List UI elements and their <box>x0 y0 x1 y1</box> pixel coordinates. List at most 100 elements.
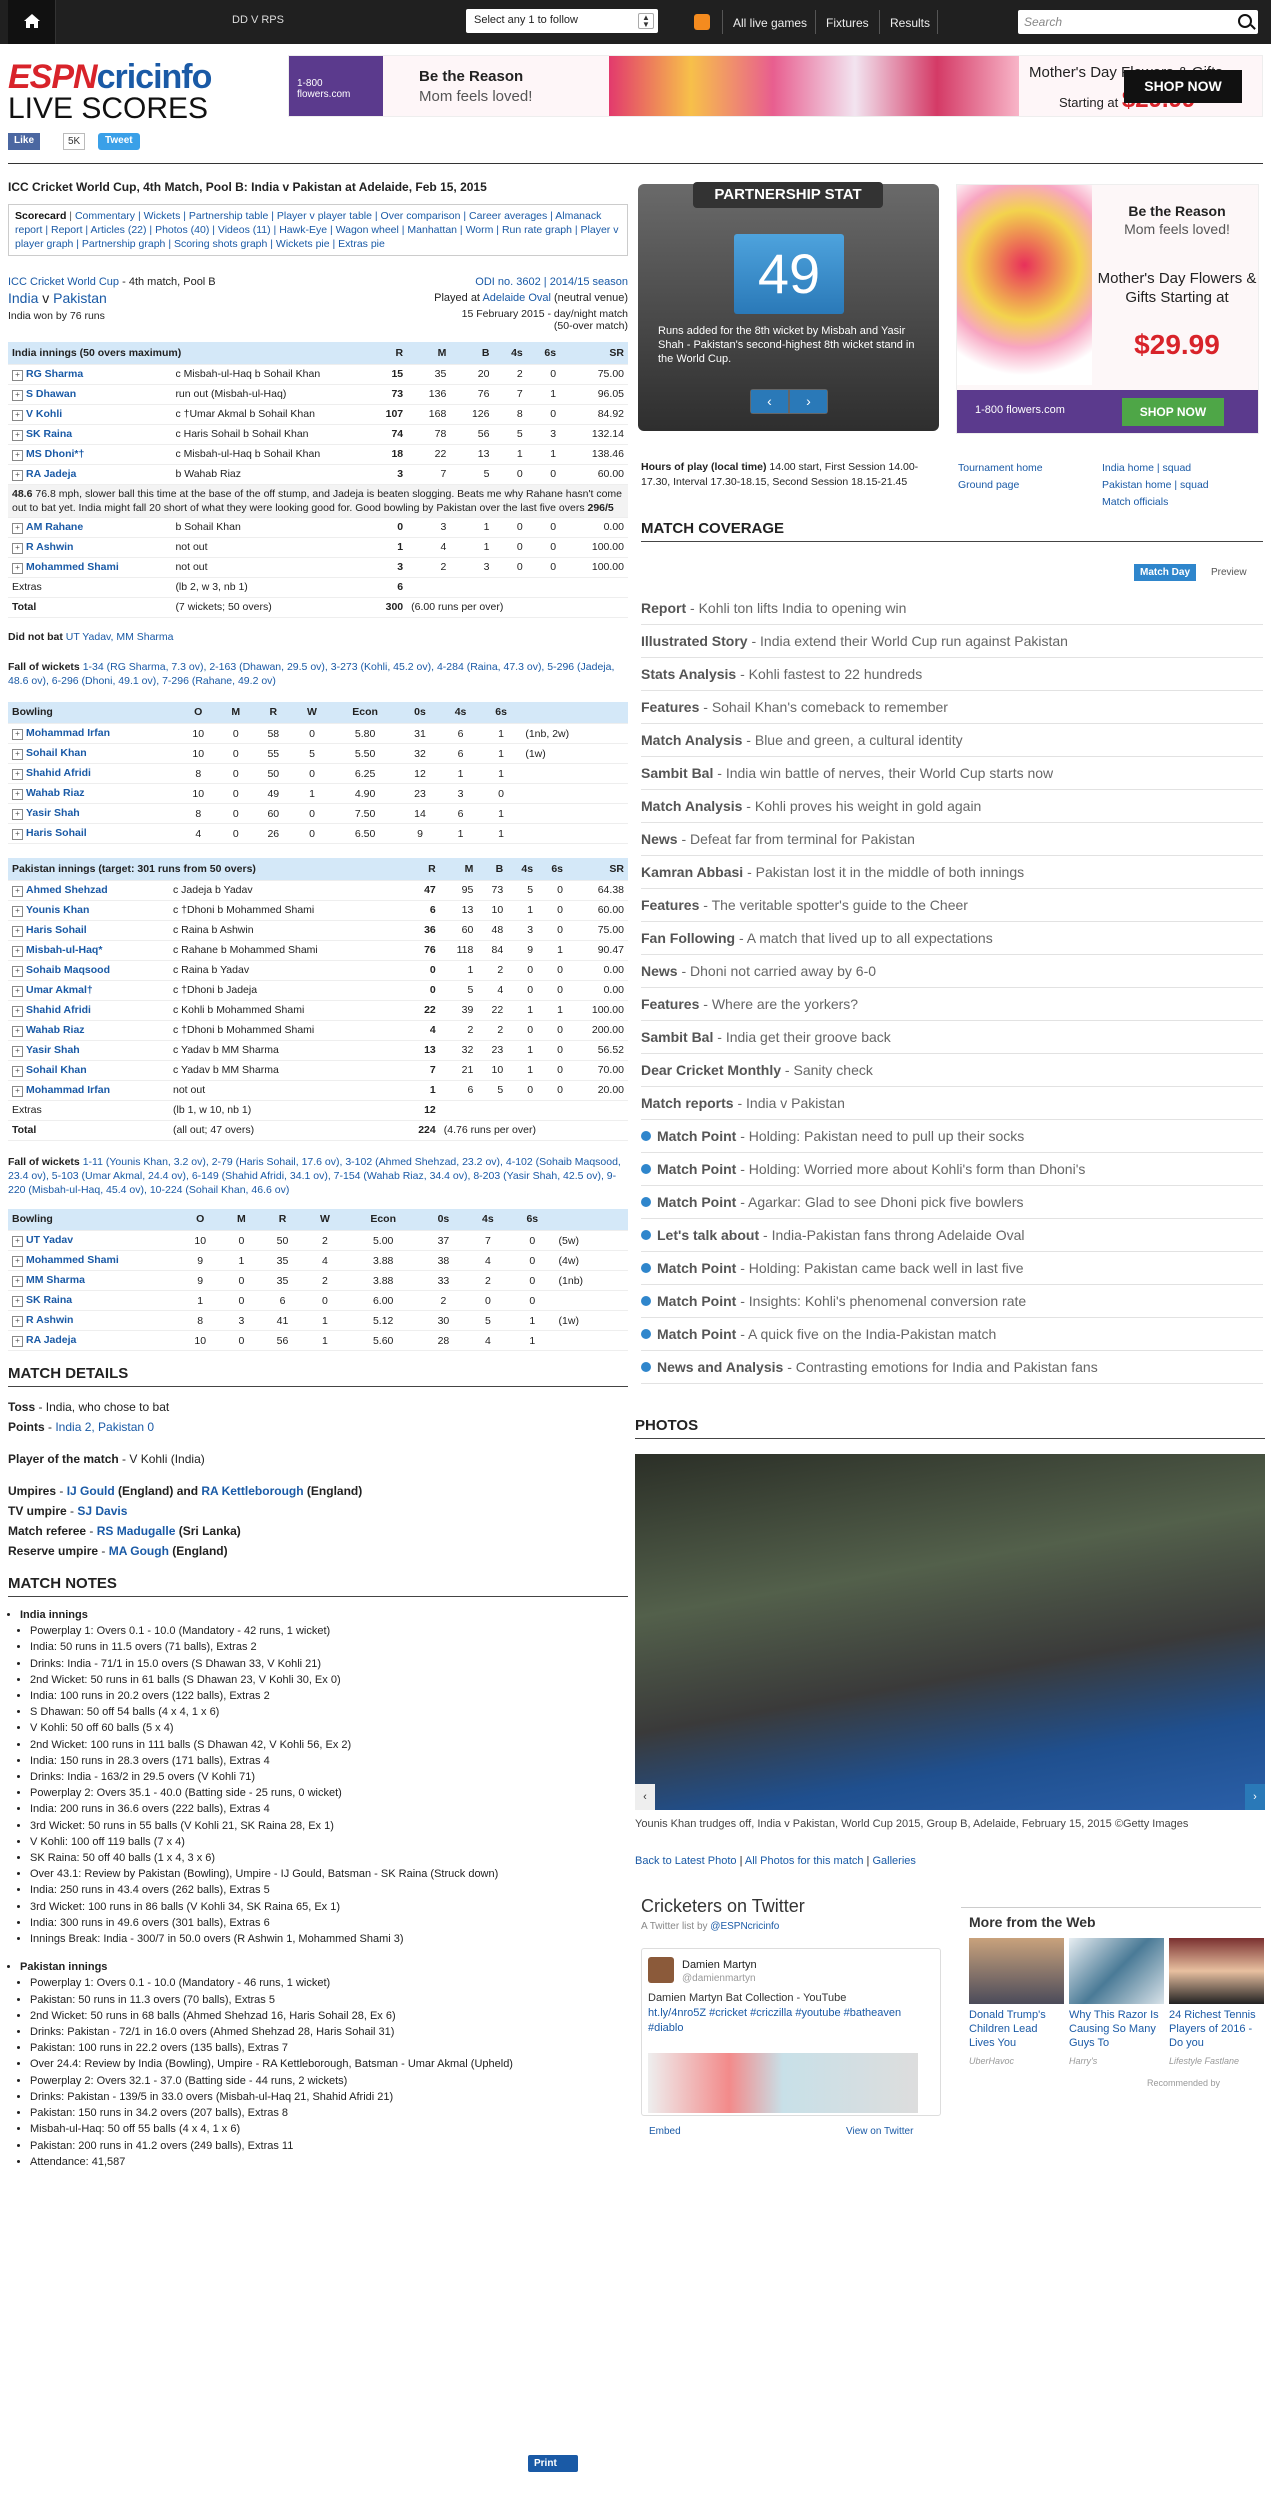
tweet-author[interactable]: Damien Martyn <box>682 1959 757 1971</box>
coverage-title[interactable]: Holding: Pakistan came back well in last… <box>749 1260 1024 1276</box>
next-photo-button[interactable]: › <box>1245 1784 1265 1810</box>
ad-shop-now-button[interactable]: SHOP NOW <box>1124 70 1242 103</box>
coverage-item[interactable]: Match Point - Agarkar: Glad to see Dhoni… <box>641 1186 1263 1219</box>
coverage-type[interactable]: Match Point <box>657 1194 736 1210</box>
top-banner-ad[interactable]: 1-800 flowers.com Be the Reason Mom feel… <box>288 55 1263 117</box>
coverage-item[interactable]: Match Analysis - Blue and green, a cultu… <box>641 724 1263 757</box>
next-stat-button[interactable]: › <box>790 390 827 413</box>
coverage-title[interactable]: Agarkar: Glad to see Dhoni pick five bow… <box>748 1194 1023 1210</box>
back-to-latest-photo-link[interactable]: Back to Latest Photo <box>635 1855 737 1867</box>
coverage-type[interactable]: Match Point <box>657 1293 736 1309</box>
coverage-type[interactable]: Match Analysis <box>641 798 742 814</box>
points-value[interactable]: India 2, Pakistan 0 <box>55 1420 154 1434</box>
batsman-link[interactable]: Sohail Khan <box>12 1064 87 1076</box>
coverage-title[interactable]: Holding: Pakistan need to pull up their … <box>749 1128 1025 1144</box>
nav-results[interactable]: Results <box>890 16 930 30</box>
coverage-item[interactable]: Match Point - A quick five on the India-… <box>641 1318 1263 1351</box>
coverage-title[interactable]: Blue and green, a cultural identity <box>755 732 963 748</box>
print-button[interactable]: Print <box>528 2455 578 2472</box>
coverage-type[interactable]: Sambit Bal <box>641 1029 713 1045</box>
match-officials-link[interactable]: Match officials <box>1102 494 1209 511</box>
coverage-type[interactable]: Match Point <box>657 1161 736 1177</box>
bowler-link[interactable]: MM Sharma <box>12 1274 85 1286</box>
sponsored-title[interactable]: Donald Trump's Children Lead Lives You <box>969 2008 1064 2050</box>
coverage-type[interactable]: Features <box>641 699 699 715</box>
prev-photo-button[interactable]: ‹ <box>635 1784 655 1810</box>
coverage-title[interactable]: Defeat far from terminal for Pakistan <box>690 831 915 847</box>
sidebar-ad[interactable]: Be the Reason Mom feels loved! Mother's … <box>956 184 1259 434</box>
sponsored-card[interactable]: 24 Richest Tennis Players of 2016 - Do y… <box>1169 1938 1264 2066</box>
coverage-type[interactable]: Dear Cricket Monthly <box>641 1062 781 1078</box>
coverage-type[interactable]: Features <box>641 897 699 913</box>
coverage-title[interactable]: The veritable spotter's guide to the Che… <box>712 897 968 913</box>
live-match-ticker[interactable]: DD V RPS <box>232 14 284 26</box>
coverage-title[interactable]: India get their groove back <box>726 1029 891 1045</box>
sponsored-card[interactable]: Why This Razor Is Causing So Many Guys T… <box>1069 1938 1164 2066</box>
coverage-item[interactable]: Let's talk about - India-Pakistan fans t… <box>641 1219 1263 1252</box>
batsman-link[interactable]: R Ashwin <box>12 541 73 553</box>
batsman-link[interactable]: Younis Khan <box>12 904 89 916</box>
scorecard-link-list[interactable]: Commentary | Wickets | Partnership table… <box>15 210 618 250</box>
tv-umpire-link[interactable]: SJ Davis <box>77 1504 127 1518</box>
batsman-link[interactable]: Mohammad Irfan <box>12 1084 110 1096</box>
coverage-item[interactable]: Illustrated Story - India extend their W… <box>641 625 1263 658</box>
batsman-link[interactable]: S Dhawan <box>12 388 76 400</box>
india-home-squad-link[interactable]: India home | squad <box>1102 460 1209 477</box>
coverage-title[interactable]: Dhoni not carried away by 6-0 <box>690 963 876 979</box>
batsman-link[interactable]: Haris Sohail <box>12 924 87 936</box>
referee-link[interactable]: RS Madugalle <box>97 1524 176 1538</box>
bowler-link[interactable]: Mohammed Shami <box>12 1254 119 1266</box>
facebook-like-button[interactable]: Like <box>8 133 41 150</box>
batsman-link[interactable]: Ahmed Shehzad <box>12 884 108 896</box>
coverage-type[interactable]: Illustrated Story <box>641 633 748 649</box>
coverage-title[interactable]: Pakistan lost it in the middle of both i… <box>756 864 1025 880</box>
coverage-type[interactable]: Stats Analysis <box>641 666 736 682</box>
coverage-item[interactable]: Fan Following - A match that lived up to… <box>641 922 1263 955</box>
pakistan-home-squad-link[interactable]: Pakistan home | squad <box>1102 477 1209 494</box>
coverage-item[interactable]: Match Point - Holding: Pakistan came bac… <box>641 1252 1263 1285</box>
coverage-title[interactable]: Sohail Khan's comeback to remember <box>712 699 948 715</box>
batsman-link[interactable]: RA Jadeja <box>12 468 76 480</box>
dnb-players[interactable]: UT Yadav, MM Sharma <box>66 631 174 643</box>
umpire-1-link[interactable]: IJ Gould <box>67 1484 115 1498</box>
sponsored-title[interactable]: 24 Richest Tennis Players of 2016 - Do y… <box>1169 2008 1264 2050</box>
coverage-title[interactable]: A match that lived up to all expectation… <box>747 930 993 946</box>
coverage-type[interactable]: Sambit Bal <box>641 765 713 781</box>
coverage-item[interactable]: Match reports - India v Pakistan <box>641 1087 1263 1120</box>
venue-link[interactable]: Adelaide Oval <box>482 292 551 304</box>
batsman-link[interactable]: MS Dhoni*† <box>12 448 84 460</box>
fow-detail[interactable]: 1-34 (RG Sharma, 7.3 ov), 2-163 (Dhawan,… <box>8 661 614 687</box>
nav-all-live-games[interactable]: All live games <box>733 16 807 30</box>
batsman-link[interactable]: Misbah-ul-Haq* <box>12 944 102 956</box>
ad-shop-now-button[interactable]: SHOP NOW <box>1122 398 1224 426</box>
coverage-title[interactable]: Sanity check <box>794 1062 873 1078</box>
reserve-umpire-link[interactable]: MA Gough <box>109 1544 169 1558</box>
coverage-title[interactable]: Contrasting emotions for India and Pakis… <box>796 1359 1098 1375</box>
bowler-link[interactable]: Yasir Shah <box>12 807 80 819</box>
coverage-title[interactable]: Insights: Kohli's phenomenal conversion … <box>749 1293 1026 1309</box>
bowler-link[interactable]: Sohail Khan <box>12 747 87 759</box>
batsman-link[interactable]: V Kohli <box>12 408 62 420</box>
coverage-title[interactable]: Kohli ton lifts India to opening win <box>699 600 907 616</box>
embed-link[interactable]: Embed <box>649 2126 681 2137</box>
coverage-item[interactable]: Report - Kohli ton lifts India to openin… <box>641 592 1263 625</box>
coverage-item[interactable]: News and Analysis - Contrasting emotions… <box>641 1351 1263 1384</box>
all-photos-link[interactable]: All Photos for this match <box>745 1855 864 1867</box>
coverage-item[interactable]: Kamran Abbasi - Pakistan lost it in the … <box>641 856 1263 889</box>
coverage-item[interactable]: News - Defeat far from terminal for Paki… <box>641 823 1263 856</box>
coverage-type[interactable]: News <box>641 963 678 979</box>
bowler-link[interactable]: SK Raina <box>12 1294 72 1306</box>
batsman-link[interactable]: Yasir Shah <box>12 1044 80 1056</box>
tweet-handle[interactable]: @damienmartyn <box>682 1973 756 1984</box>
odi-number[interactable]: ODI no. 3602 | 2014/15 season <box>475 276 628 288</box>
coverage-title[interactable]: Where are the yorkers? <box>712 996 858 1012</box>
tweet-button[interactable]: Tweet <box>98 133 140 150</box>
coverage-item[interactable]: News - Dhoni not carried away by 6-0 <box>641 955 1263 988</box>
bowler-link[interactable]: Wahab Riaz <box>12 787 85 799</box>
coverage-title[interactable]: Kohli proves his weight in gold again <box>755 798 981 814</box>
batsman-link[interactable]: AM Rahane <box>12 521 83 533</box>
ground-page-link[interactable]: Ground page <box>958 477 1043 494</box>
coverage-type[interactable]: Match reports <box>641 1095 734 1111</box>
sponsored-card[interactable]: Donald Trump's Children Lead Lives You Ub… <box>969 1938 1064 2066</box>
match-photo[interactable]: ‹ › <box>635 1454 1265 1810</box>
